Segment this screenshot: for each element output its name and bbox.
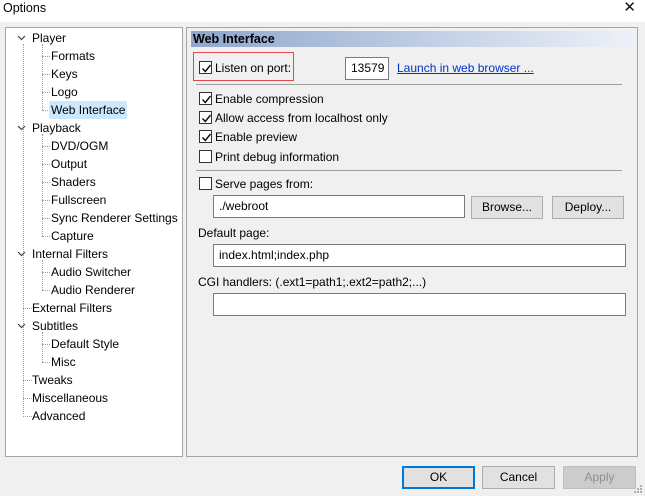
tree-item-audio-renderer[interactable]: Audio Renderer bbox=[49, 281, 137, 299]
tree-item-miscellaneous[interactable]: Miscellaneous bbox=[30, 389, 110, 407]
browse-button[interactable]: Browse... bbox=[471, 196, 543, 219]
chevron-down-icon[interactable] bbox=[17, 249, 26, 258]
cgi-handlers-input[interactable] bbox=[213, 293, 626, 316]
checkbox-box bbox=[199, 111, 212, 124]
tree-item-dvd-ogm[interactable]: DVD/OGM bbox=[49, 137, 110, 155]
tree-item-formats[interactable]: Formats bbox=[49, 47, 97, 65]
launch-browser-link[interactable]: Launch in web browser ... bbox=[397, 61, 534, 75]
port-input[interactable]: 13579 bbox=[345, 57, 389, 80]
apply-button[interactable]: Apply bbox=[563, 466, 636, 489]
tree-item-web-interface[interactable]: Web Interface bbox=[49, 101, 128, 119]
cgi-handlers-label: CGI handlers: (.ext1=path1;.ext2=path2;.… bbox=[198, 275, 427, 289]
check-icon bbox=[201, 133, 212, 142]
deploy-button[interactable]: Deploy... bbox=[552, 196, 624, 219]
check-icon bbox=[201, 64, 212, 73]
checkbox-box bbox=[199, 177, 212, 190]
tree-line bbox=[42, 332, 43, 362]
tree-item-fullscreen[interactable]: Fullscreen bbox=[49, 191, 108, 209]
tree-item-external-filters[interactable]: External Filters bbox=[30, 299, 114, 317]
resize-grip-icon[interactable] bbox=[633, 484, 643, 494]
separator bbox=[196, 170, 622, 171]
tree-item-sync-renderer-settings[interactable]: Sync Renderer Settings bbox=[49, 209, 180, 227]
options-tree[interactable]: Player Formats Keys Logo Web Interface P… bbox=[5, 27, 183, 457]
window-title: Options bbox=[3, 1, 47, 15]
chevron-down-icon[interactable] bbox=[17, 33, 26, 42]
tree-item-shaders[interactable]: Shaders bbox=[49, 173, 98, 191]
checkbox-box bbox=[199, 130, 212, 143]
tree-item-capture[interactable]: Capture bbox=[49, 227, 96, 245]
checkbox-box bbox=[199, 61, 212, 74]
chevron-down-icon[interactable] bbox=[17, 123, 26, 132]
cancel-button[interactable]: Cancel bbox=[482, 466, 555, 489]
panel-title: Web Interface bbox=[193, 32, 275, 46]
tree-item-tweaks[interactable]: Tweaks bbox=[30, 371, 75, 389]
check-icon bbox=[201, 95, 212, 104]
listen-on-port-label: Listen on port: bbox=[215, 61, 292, 75]
tree-line bbox=[42, 260, 43, 290]
tree-line bbox=[23, 44, 24, 414]
checkbox-box bbox=[199, 92, 212, 105]
check-icon bbox=[201, 114, 212, 123]
separator bbox=[196, 84, 622, 85]
panel-header: Web Interface bbox=[191, 31, 635, 47]
tree-item-audio-switcher[interactable]: Audio Switcher bbox=[49, 263, 133, 281]
close-icon[interactable]: ✕ bbox=[623, 0, 636, 15]
tree-item-default-style[interactable]: Default Style bbox=[49, 335, 121, 353]
enable-compression-label: Enable compression bbox=[215, 92, 324, 106]
webroot-input[interactable]: ./webroot bbox=[213, 195, 465, 218]
tree-line bbox=[42, 134, 43, 236]
enable-preview-label: Enable preview bbox=[215, 130, 298, 144]
title-bar: Options ✕ bbox=[0, 0, 645, 22]
tree-item-playback[interactable]: Playback bbox=[30, 119, 83, 137]
print-debug-label: Print debug information bbox=[215, 150, 340, 164]
tree-item-subtitles[interactable]: Subtitles bbox=[30, 317, 80, 335]
tree-item-advanced[interactable]: Advanced bbox=[30, 407, 87, 425]
checkbox-box bbox=[199, 150, 212, 163]
tree-item-player[interactable]: Player bbox=[30, 29, 68, 47]
tree-item-misc[interactable]: Misc bbox=[49, 353, 78, 371]
allow-localhost-label: Allow access from localhost only bbox=[215, 111, 388, 125]
chevron-down-icon[interactable] bbox=[17, 321, 26, 330]
tree-item-output[interactable]: Output bbox=[49, 155, 89, 173]
tree-item-internal-filters[interactable]: Internal Filters bbox=[30, 245, 110, 263]
tree-item-logo[interactable]: Logo bbox=[49, 83, 80, 101]
default-page-label: Default page: bbox=[198, 226, 270, 240]
serve-pages-label: Serve pages from: bbox=[215, 177, 314, 191]
tree-line bbox=[42, 44, 43, 110]
tree-item-keys[interactable]: Keys bbox=[49, 65, 80, 83]
ok-button[interactable]: OK bbox=[402, 466, 475, 489]
default-page-input[interactable]: index.html;index.php bbox=[213, 244, 626, 267]
